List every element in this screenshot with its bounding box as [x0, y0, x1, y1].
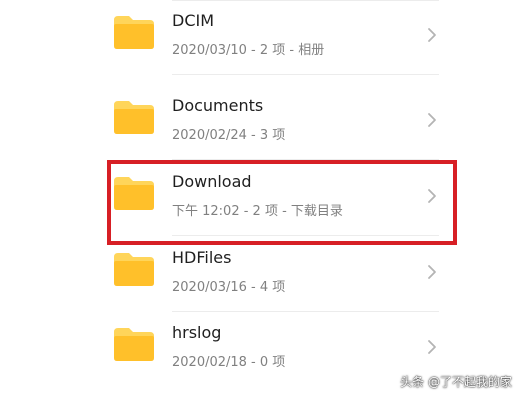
folder-meta: 下午 12:02 - 2 项 - 下载目录 — [172, 204, 343, 219]
folder-icon — [114, 177, 154, 210]
row-divider — [172, 235, 439, 236]
folder-icon — [114, 253, 154, 286]
folder-meta: 2020/02/24 - 3 项 — [172, 128, 286, 143]
watermark: 头条 @了不起我的家 — [400, 375, 512, 389]
folder-icon — [114, 16, 154, 49]
row-divider — [172, 74, 439, 75]
chevron-right-icon — [428, 265, 436, 279]
folder-row-dcim[interactable]: DCIM 2020/03/10 - 2 项 - 相册 — [0, 0, 527, 75]
chevron-right-icon — [428, 113, 436, 127]
row-divider — [172, 159, 439, 160]
folder-name: HDFiles — [172, 248, 232, 267]
folder-list: DCIM 2020/03/10 - 2 项 - 相册 Documents 202… — [0, 0, 527, 400]
folder-name: hrslog — [172, 323, 222, 342]
folder-row-documents[interactable]: Documents 2020/02/24 - 3 项 — [0, 85, 527, 160]
folder-icon — [114, 101, 154, 134]
chevron-right-icon — [428, 28, 436, 42]
folder-meta: 2020/02/18 - 0 项 — [172, 355, 286, 370]
folder-row-hdfiles[interactable]: HDFiles 2020/03/16 - 4 项 — [0, 237, 527, 312]
folder-name: Documents — [172, 96, 264, 115]
folder-name: Download — [172, 172, 252, 191]
chevron-right-icon — [428, 189, 436, 203]
folder-meta: 2020/03/16 - 4 项 — [172, 280, 286, 295]
folder-icon — [114, 328, 154, 361]
chevron-right-icon — [428, 340, 436, 354]
folder-name: DCIM — [172, 11, 215, 30]
folder-row-download[interactable]: Download 下午 12:02 - 2 项 - 下载目录 — [0, 161, 527, 236]
folder-meta: 2020/03/10 - 2 项 - 相册 — [172, 43, 325, 58]
